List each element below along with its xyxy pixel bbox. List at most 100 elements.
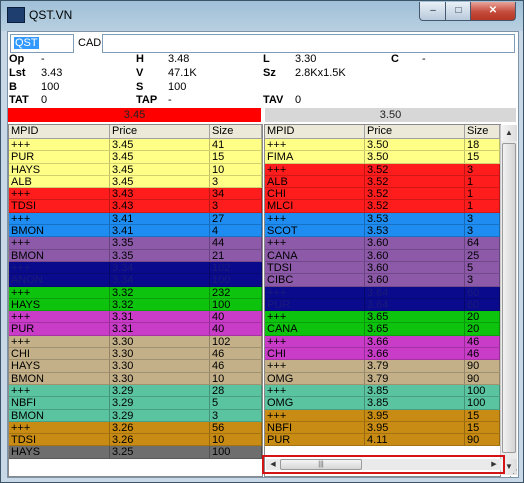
bid-row[interactable]: BMON 3.41 4: [9, 225, 262, 238]
bid-mpid-cell: NBFI: [9, 397, 110, 409]
resize-grip-icon[interactable]: ⋰: [509, 468, 521, 480]
bid-row[interactable]: BMON 3.35 21: [9, 249, 262, 262]
ask-row[interactable]: CHI 3.52 1: [265, 188, 500, 201]
column-header-price[interactable]: Price: [110, 125, 210, 138]
ask-row[interactable]: ALB 3.52 1: [265, 175, 500, 189]
bid-row[interactable]: HAYS 3.25 100: [9, 446, 262, 459]
ask-row[interactable]: +++ 3.53 3: [265, 212, 500, 226]
ask-row[interactable]: TDSI 3.60 5: [265, 261, 500, 275]
vertical-scrollbar[interactable]: ▲ ▼: [500, 125, 517, 475]
ask-row[interactable]: +++ 3.66 46: [265, 335, 500, 349]
ask-size-cell: 46: [465, 335, 500, 348]
ask-row[interactable]: +++ 3.64 60: [265, 286, 500, 299]
close-button[interactable]: ✕: [470, 2, 516, 21]
bid-size-cell: 3: [210, 409, 262, 421]
bid-size-cell: 3: [210, 200, 262, 212]
exchange-label: CAD: [78, 37, 102, 49]
bid-mpid-cell: +++: [9, 237, 110, 249]
ask-row[interactable]: CANA 3.65 20: [265, 323, 500, 336]
minimize-button[interactable]: –: [419, 2, 447, 21]
open-label: Op: [9, 53, 25, 65]
ask-row[interactable]: PUR 4.11 90: [265, 434, 500, 447]
ask-row[interactable]: +++ 3.79 90: [265, 360, 500, 373]
bid-row[interactable]: +++ 3.32 232: [9, 286, 262, 299]
bid-row[interactable]: HAYS 3.45 10: [9, 163, 262, 176]
bid-row[interactable]: ALB 3.45 3: [9, 175, 262, 189]
ask-row[interactable]: CANA 3.60 25: [265, 249, 500, 262]
ask-row[interactable]: +++ 3.52 3: [265, 163, 500, 176]
horizontal-scrollbar[interactable]: ◀ ||| ▶: [266, 459, 501, 470]
title-bar[interactable]: QST.VN – □ ✕: [1, 1, 523, 29]
column-header-mpid[interactable]: MPID: [265, 125, 365, 138]
ask-row[interactable]: +++ 3.60 64: [265, 237, 500, 250]
column-header-size[interactable]: Size: [210, 125, 262, 138]
bid-size-cell: 100: [210, 298, 262, 311]
ask-size-cell: 90: [465, 434, 500, 446]
bid-row[interactable]: TDSI 3.26 10: [9, 434, 262, 447]
close-label: C: [391, 53, 399, 65]
bid-row[interactable]: +++ 3.29 28: [9, 384, 262, 398]
scroll-right-arrow-icon[interactable]: ▶: [487, 459, 501, 470]
open-value: -: [41, 53, 45, 65]
bid-row[interactable]: +++ 3.34 102: [9, 261, 262, 275]
ask-size-cell: 15: [465, 151, 500, 163]
ask-row[interactable]: OMG 3.79 90: [265, 372, 500, 385]
ask-price-cell: 3.52: [365, 188, 465, 200]
description-field[interactable]: [102, 34, 515, 53]
bid-row[interactable]: +++ 3.30 102: [9, 335, 262, 349]
column-header-mpid[interactable]: MPID: [9, 125, 110, 138]
bid-row[interactable]: +++ 3.35 44: [9, 237, 262, 250]
bid-row[interactable]: +++ 3.43 34: [9, 188, 262, 201]
best-ask-header: 3.50: [265, 108, 516, 122]
ask-row[interactable]: +++ 3.85 100: [265, 384, 500, 398]
ask-size-cell: 20: [465, 323, 500, 335]
bid-price-cell: 3.45: [110, 151, 210, 163]
bid-row[interactable]: +++ 3.45 41: [9, 139, 262, 152]
ask-price-cell: 3.85: [365, 384, 465, 397]
ask-mpid-cell: +++: [265, 360, 365, 372]
ask-row[interactable]: SCOT 3.53 3: [265, 225, 500, 238]
bid-row[interactable]: NBFI 3.29 5: [9, 397, 262, 410]
bid-row[interactable]: +++ 3.31 40: [9, 311, 262, 324]
maximize-button[interactable]: □: [445, 2, 472, 21]
tat-label: TAT: [9, 94, 29, 106]
bid-row[interactable]: BMON 3.30 10: [9, 372, 262, 385]
ask-row[interactable]: FIMA 3.50 15: [265, 151, 500, 164]
bid-row[interactable]: HAYS 3.30 46: [9, 360, 262, 373]
ask-row[interactable]: OMG 3.85 100: [265, 397, 500, 410]
ask-row[interactable]: PUR 3.64 60: [265, 298, 500, 312]
ask-size-cell: 18: [465, 139, 500, 151]
bid-row[interactable]: HAYS 3.32 100: [9, 298, 262, 312]
horizontal-scroll-thumb[interactable]: |||: [280, 459, 362, 470]
vertical-scroll-thumb[interactable]: [502, 143, 516, 453]
scroll-left-arrow-icon[interactable]: ◀: [266, 459, 280, 470]
column-header-price[interactable]: Price: [365, 125, 465, 138]
bid-price-cell: 3.35: [110, 237, 210, 249]
ask-row[interactable]: +++ 3.65 20: [265, 311, 500, 324]
bid-size-cell: 28: [210, 384, 262, 397]
ask-price-cell: 3.65: [365, 311, 465, 323]
ask-row[interactable]: CHI 3.66 46: [265, 348, 500, 361]
ask-row[interactable]: +++ 3.95 15: [265, 409, 500, 422]
column-header-size[interactable]: Size: [465, 125, 500, 138]
bid-row[interactable]: BMON 3.29 3: [9, 409, 262, 422]
tat-value: 0: [41, 94, 48, 106]
ask-row[interactable]: MLCI 3.52 1: [265, 200, 500, 213]
symbol-input[interactable]: QST: [10, 34, 74, 53]
ask-mpid-cell: +++: [265, 163, 365, 175]
bid-row[interactable]: ANON 3.34 100: [9, 274, 262, 287]
ask-row[interactable]: +++ 3.50 18: [265, 139, 500, 152]
bid-row[interactable]: PUR 3.45 15: [9, 151, 262, 164]
bid-row[interactable]: +++ 3.41 27: [9, 212, 262, 226]
bid-row[interactable]: CHI 3.30 46: [9, 348, 262, 361]
ask-row[interactable]: NBFI 3.95 15: [265, 421, 500, 435]
ask-mpid-cell: OMG: [265, 372, 365, 384]
scroll-up-arrow-icon[interactable]: ▲: [501, 125, 517, 141]
bid-price-cell: 3.41: [110, 225, 210, 237]
ask-row[interactable]: CIBC 3.60 3: [265, 274, 500, 287]
bid-row[interactable]: PUR 3.31 40: [9, 323, 262, 336]
bid-row[interactable]: +++ 3.26 56: [9, 421, 262, 435]
last-label: Lst: [9, 67, 26, 79]
bid-row[interactable]: TDSI 3.43 3: [9, 200, 262, 213]
bid-size-cell: 27: [210, 212, 262, 225]
